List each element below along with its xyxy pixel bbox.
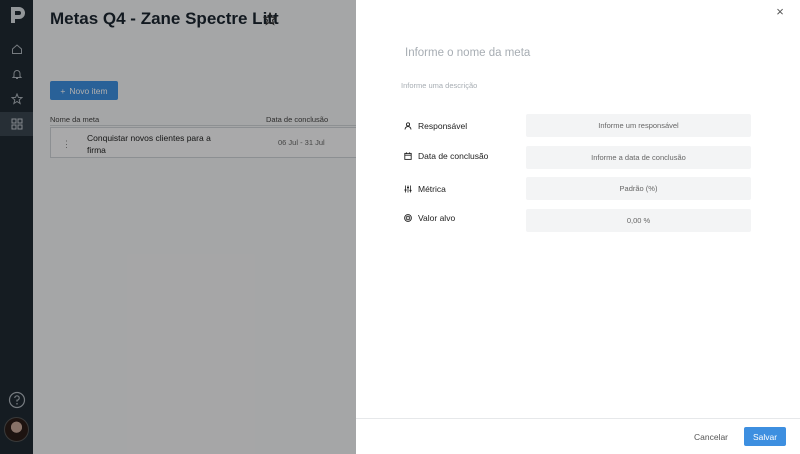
close-icon[interactable]: ×: [774, 5, 786, 18]
modal-backdrop[interactable]: [0, 0, 356, 454]
footer-divider: [356, 418, 800, 419]
sliders-icon: [404, 185, 412, 193]
calendar-icon: [404, 152, 412, 160]
target-value-field[interactable]: 0,00 %: [526, 209, 751, 232]
user-icon: [404, 122, 412, 130]
save-button[interactable]: Salvar: [744, 427, 786, 446]
metric-field[interactable]: Padrão (%): [526, 177, 751, 200]
field-label-responsible: Responsável: [404, 121, 467, 131]
cancel-button[interactable]: Cancelar: [690, 428, 732, 446]
goal-description-input[interactable]: [401, 79, 741, 91]
field-label-target-value: Valor alvo: [404, 213, 455, 223]
field-label-metric: Métrica: [404, 184, 446, 194]
field-label-due-date: Data de conclusão: [404, 151, 488, 161]
goal-name-input[interactable]: [405, 45, 745, 61]
due-date-field[interactable]: Informe a data de conclusão: [526, 146, 751, 169]
responsible-field[interactable]: Informe um responsável: [526, 114, 751, 137]
target-icon: [404, 214, 412, 222]
